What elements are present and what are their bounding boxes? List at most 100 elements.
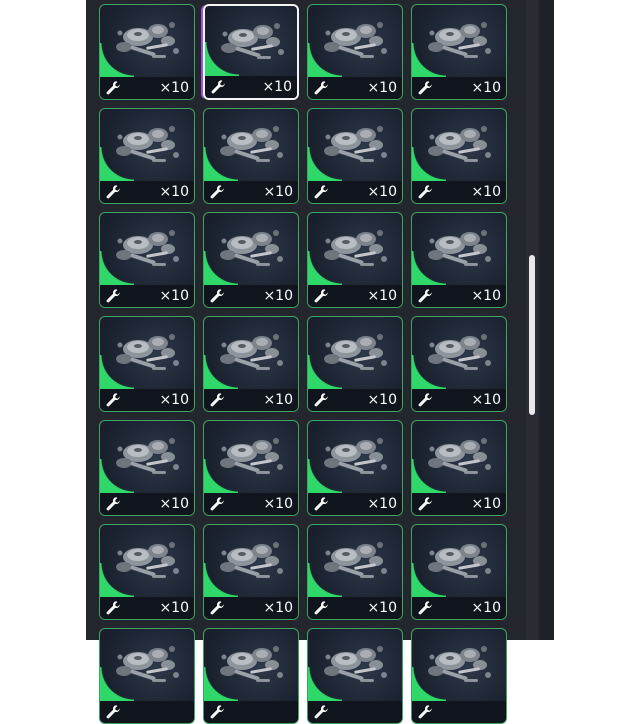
wrench-icon xyxy=(417,496,433,512)
mechanical-parts-icon xyxy=(320,325,394,381)
wrench-icon xyxy=(209,184,225,200)
wrench-icon xyxy=(417,392,433,408)
slot-footer: ×10 xyxy=(204,493,298,515)
inventory-slot[interactable] xyxy=(203,628,299,724)
inventory-slot[interactable]: ×10 xyxy=(411,4,507,100)
inventory-slot[interactable]: ×10 xyxy=(307,4,403,100)
inventory-slot[interactable]: ×10 xyxy=(99,420,195,516)
wrench-icon xyxy=(105,392,121,408)
mechanical-parts-icon xyxy=(320,533,394,589)
slot-footer: ×10 xyxy=(308,77,402,99)
mechanical-parts-icon xyxy=(112,117,186,173)
mechanical-parts-icon xyxy=(216,325,290,381)
slot-footer xyxy=(308,701,402,723)
mechanical-parts-icon xyxy=(320,117,394,173)
mechanical-parts-icon xyxy=(216,637,290,693)
slot-footer: ×10 xyxy=(412,493,506,515)
slot-footer: ×10 xyxy=(100,597,194,619)
slot-footer: ×10 xyxy=(100,77,194,99)
slot-footer xyxy=(412,701,506,723)
slot-footer: ×10 xyxy=(204,597,298,619)
inventory-slot[interactable]: ×10 xyxy=(307,524,403,620)
slot-footer: ×10 xyxy=(204,285,298,307)
inventory-slot[interactable]: ×10 xyxy=(99,212,195,308)
inventory-slot[interactable]: ×10 xyxy=(307,420,403,516)
item-count: ×10 xyxy=(263,392,293,408)
item-count: ×10 xyxy=(367,600,397,616)
slot-footer: ×10 xyxy=(100,493,194,515)
inventory-slot[interactable]: ×10 xyxy=(411,316,507,412)
item-count: ×10 xyxy=(262,79,292,95)
wrench-icon xyxy=(313,288,329,304)
inventory-slot[interactable]: ×10 xyxy=(203,4,299,100)
mechanical-parts-icon xyxy=(112,429,186,485)
inventory-slot[interactable]: ×10 xyxy=(99,524,195,620)
slot-footer: ×10 xyxy=(205,76,297,98)
mechanical-parts-icon xyxy=(320,13,394,69)
inventory-slot[interactable]: ×10 xyxy=(307,316,403,412)
item-count: ×10 xyxy=(471,600,501,616)
mechanical-parts-icon xyxy=(424,117,498,173)
slot-footer: ×10 xyxy=(204,181,298,203)
inventory-slot[interactable]: ×10 xyxy=(203,212,299,308)
wrench-icon xyxy=(313,80,329,96)
wrench-icon xyxy=(313,496,329,512)
slot-footer: ×10 xyxy=(308,597,402,619)
inventory-slot[interactable] xyxy=(307,628,403,724)
inventory-slot[interactable]: ×10 xyxy=(99,108,195,204)
inventory-slot[interactable]: ×10 xyxy=(203,316,299,412)
inventory-slot[interactable]: ×10 xyxy=(411,212,507,308)
scrollbar-thumb[interactable] xyxy=(529,255,535,415)
mechanical-parts-icon xyxy=(112,221,186,277)
slot-footer: ×10 xyxy=(100,181,194,203)
wrench-icon xyxy=(209,496,225,512)
inventory-slot[interactable]: ×10 xyxy=(307,212,403,308)
slot-footer: ×10 xyxy=(412,597,506,619)
slot-footer: ×10 xyxy=(308,493,402,515)
inventory-slot[interactable]: ×10 xyxy=(99,4,195,100)
inventory-slot[interactable]: ×10 xyxy=(203,108,299,204)
slot-footer: ×10 xyxy=(412,181,506,203)
item-count: ×10 xyxy=(367,184,397,200)
item-count: ×10 xyxy=(159,184,189,200)
wrench-icon xyxy=(313,184,329,200)
wrench-icon xyxy=(209,704,225,720)
inventory-slot[interactable]: ×10 xyxy=(203,524,299,620)
slot-footer xyxy=(204,701,298,723)
mechanical-parts-icon xyxy=(112,637,186,693)
item-count: ×10 xyxy=(159,392,189,408)
mechanical-parts-icon xyxy=(424,221,498,277)
slot-footer: ×10 xyxy=(100,285,194,307)
inventory-slot[interactable]: ×10 xyxy=(411,420,507,516)
item-count: ×10 xyxy=(367,496,397,512)
mechanical-parts-icon xyxy=(217,14,291,70)
inventory-slot[interactable]: ×10 xyxy=(307,108,403,204)
wrench-icon xyxy=(210,79,226,95)
item-count: ×10 xyxy=(263,184,293,200)
wrench-icon xyxy=(209,288,225,304)
wrench-icon xyxy=(417,184,433,200)
inventory-slot[interactable]: ×10 xyxy=(411,108,507,204)
wrench-icon xyxy=(417,600,433,616)
inventory-slot[interactable]: ×10 xyxy=(203,420,299,516)
mechanical-parts-icon xyxy=(112,13,186,69)
mechanical-parts-icon xyxy=(112,325,186,381)
wrench-icon xyxy=(209,600,225,616)
mechanical-parts-icon xyxy=(424,325,498,381)
wrench-icon xyxy=(105,80,121,96)
inventory-slot[interactable]: ×10 xyxy=(99,316,195,412)
slot-footer: ×10 xyxy=(412,285,506,307)
slot-footer: ×10 xyxy=(308,389,402,411)
inventory-slot[interactable] xyxy=(99,628,195,724)
item-count: ×10 xyxy=(367,80,397,96)
mechanical-parts-icon xyxy=(216,117,290,173)
mechanical-parts-icon xyxy=(424,429,498,485)
wrench-icon xyxy=(209,392,225,408)
item-count: ×10 xyxy=(471,288,501,304)
inventory-slot[interactable] xyxy=(411,628,507,724)
wrench-icon xyxy=(313,392,329,408)
item-count: ×10 xyxy=(159,80,189,96)
inventory-slot[interactable]: ×10 xyxy=(411,524,507,620)
slot-footer: ×10 xyxy=(100,389,194,411)
mechanical-parts-icon xyxy=(320,637,394,693)
